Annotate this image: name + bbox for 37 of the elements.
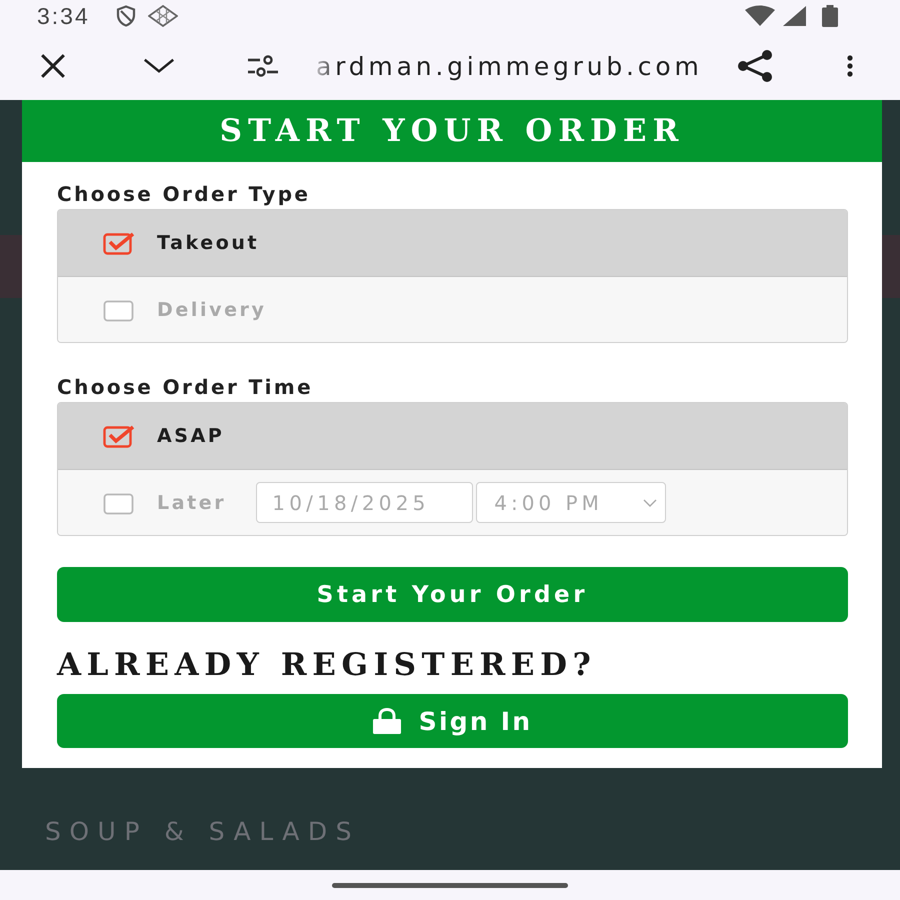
order-time-option[interactable]: Later 10/18/2025 4:00 PM <box>58 469 847 535</box>
checkbox[interactable] <box>103 298 135 322</box>
option-label: Delivery <box>157 298 267 320</box>
signal-icon <box>782 5 806 27</box>
order-time-option[interactable]: ASAP <box>58 403 847 469</box>
wifi-icon <box>745 5 775 27</box>
checkbox[interactable] <box>103 424 135 448</box>
order-type-option[interactable]: Takeout <box>58 210 847 276</box>
banner-edge <box>0 235 24 298</box>
home-handle[interactable] <box>332 882 568 888</box>
caret-icon <box>643 498 658 506</box>
checkbox[interactable] <box>103 231 135 255</box>
menu-category[interactable]: SOUP & SALADS <box>45 817 360 847</box>
status-time: 3:34 <box>37 2 90 30</box>
shield-icon <box>116 5 136 27</box>
url-text[interactable]: ardman.gimmegrub.com <box>316 52 703 80</box>
option-label: Later <box>157 492 226 514</box>
date-field[interactable]: 10/18/2025 <box>256 482 474 523</box>
close-icon[interactable] <box>40 53 66 79</box>
section-heading: ALREADY REGISTERED? <box>57 647 596 683</box>
checkbox[interactable] <box>103 490 135 514</box>
chevron-down-icon[interactable] <box>141 58 177 74</box>
dialog-title: START YOUR ORDER <box>220 113 684 149</box>
section-label: Choose Order Time <box>57 375 314 399</box>
more-menu-icon[interactable] <box>847 55 853 77</box>
option-label: ASAP <box>157 425 224 447</box>
sign-in-button[interactable]: Sign In <box>57 694 848 748</box>
site-settings-icon[interactable] <box>246 55 280 77</box>
diamond-grid-icon <box>148 5 178 27</box>
section-label: Choose Order Type <box>57 182 310 206</box>
order-type-option[interactable]: Delivery <box>58 276 847 342</box>
lock-icon <box>372 708 401 734</box>
option-label: Takeout <box>157 232 260 254</box>
start-order-button[interactable]: Start Your Order <box>57 567 848 622</box>
battery-icon <box>822 5 838 27</box>
share-icon[interactable] <box>736 50 774 82</box>
time-select[interactable]: 4:00 PM <box>476 482 666 523</box>
